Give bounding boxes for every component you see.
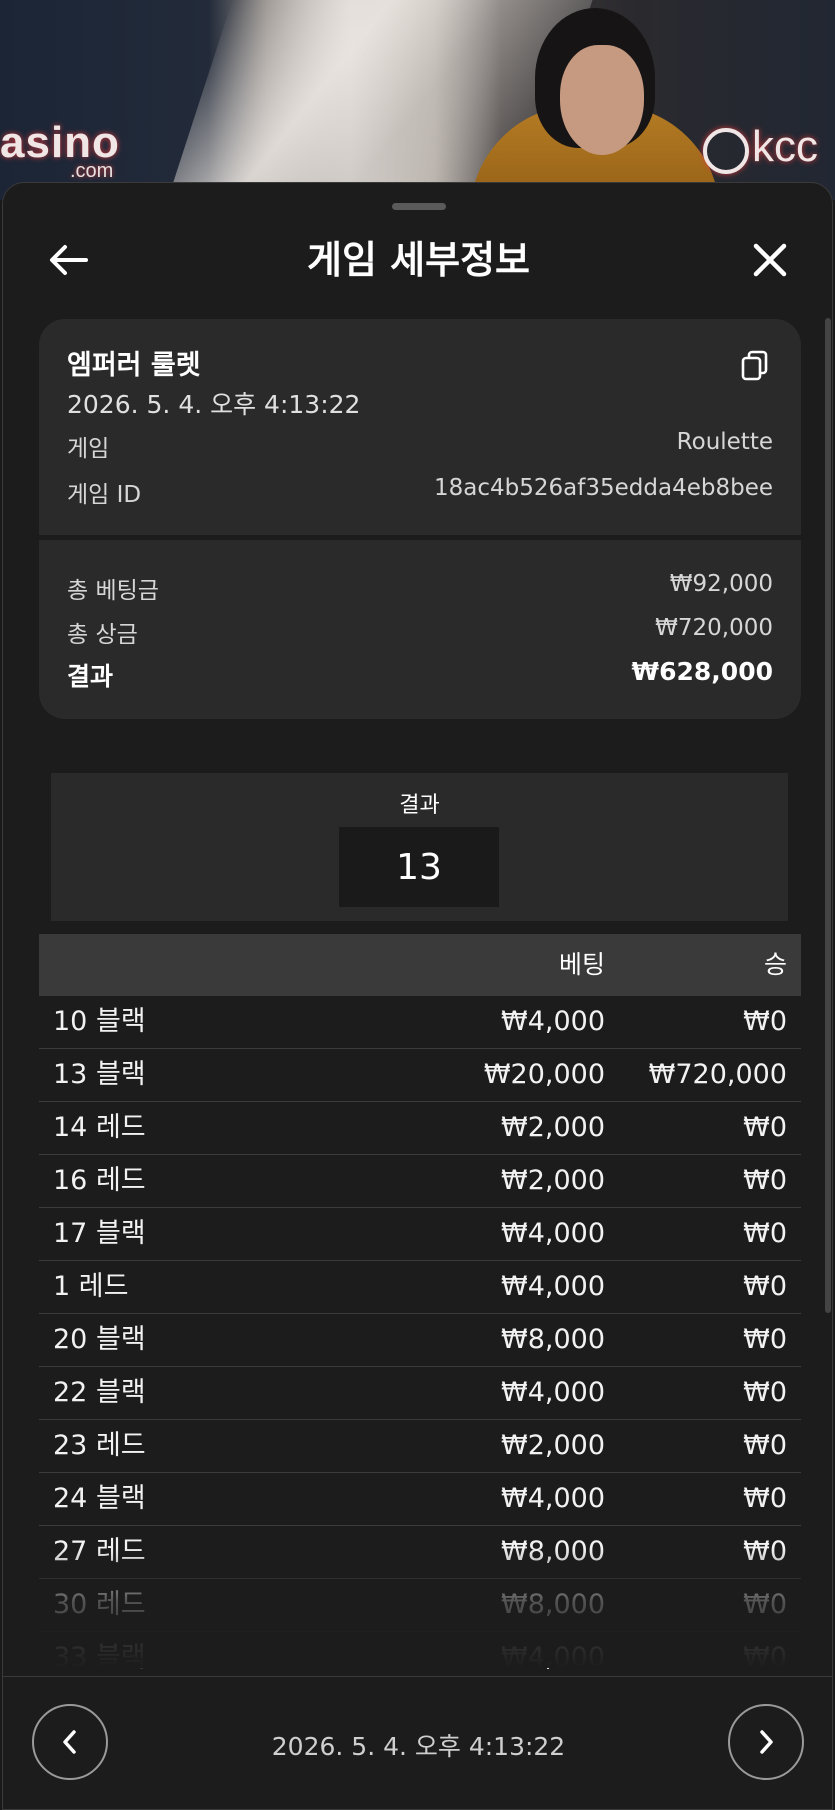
- table-row: 10 블랙 ₩4,000 ₩0: [39, 996, 801, 1049]
- bet-position: 27 레드: [53, 1536, 146, 1567]
- brand-logo-right: kcc: [752, 122, 818, 171]
- dealer-face: [560, 45, 644, 155]
- game-datetime: 2026. 5. 4. 오후 4:13:22: [67, 390, 361, 419]
- page-title: 게임 세부정보: [307, 238, 530, 282]
- bet-column-header: 베팅: [558, 950, 605, 979]
- win-amount: ₩0: [743, 1589, 787, 1620]
- table-row: 23 레드 ₩2,000 ₩0: [39, 1420, 801, 1473]
- win-amount: ₩0: [743, 1271, 787, 1302]
- bet-amount: ₩20,000: [483, 1059, 605, 1090]
- winning-number: 13: [339, 827, 499, 907]
- win-amount: ₩0: [743, 1218, 787, 1249]
- total-win-label: 총 상금: [67, 622, 138, 648]
- table-row: 1 레드 ₩4,000 ₩0: [39, 1261, 801, 1314]
- table-row: 24 블랙 ₩4,000 ₩0: [39, 1473, 801, 1526]
- bet-position: 24 블랙: [53, 1483, 146, 1514]
- win-amount: ₩0: [743, 1324, 787, 1355]
- bet-position: 22 블랙: [53, 1377, 146, 1408]
- total-bet-label: 총 베팅금: [67, 578, 159, 604]
- bet-position: 16 레드: [53, 1165, 146, 1196]
- win-amount: ₩0: [743, 1642, 787, 1673]
- game-value: Roulette: [676, 429, 773, 455]
- winning-result-label: 결과: [399, 793, 440, 818]
- table-row: 14 레드 ₩2,000 ₩0: [39, 1102, 801, 1155]
- net-result-value: ₩628,000: [631, 657, 773, 686]
- table-row: 16 레드 ₩2,000 ₩0: [39, 1155, 801, 1208]
- winning-result-panel: 결과 13: [51, 773, 788, 921]
- win-amount: ₩0: [743, 1430, 787, 1461]
- close-icon: [753, 243, 787, 277]
- total-bet-value: ₩92,000: [669, 571, 773, 597]
- card-divider: [39, 535, 801, 540]
- game-id-label: 게임 ID: [67, 482, 142, 508]
- bet-position: 1 레드: [53, 1271, 129, 1302]
- bet-amount: ₩4,000: [501, 1377, 605, 1408]
- bet-amount: ₩2,000: [501, 1165, 605, 1196]
- bet-position: 33 블랙: [53, 1642, 146, 1673]
- win-amount: ₩0: [743, 1006, 787, 1037]
- sheet-grabber[interactable]: [392, 203, 446, 210]
- bet-position: 13 블랙: [53, 1059, 146, 1090]
- bet-amount: ₩4,000: [501, 1006, 605, 1037]
- win-amount: ₩0: [743, 1377, 787, 1408]
- bet-position: 10 블랙: [53, 1006, 146, 1037]
- bet-amount: ₩4,000: [501, 1271, 605, 1302]
- bet-amount: ₩4,000: [501, 1483, 605, 1514]
- win-amount: ₩0: [743, 1112, 787, 1143]
- bet-position: 30 레드: [53, 1589, 146, 1620]
- bet-amount: ₩4,000: [501, 1218, 605, 1249]
- bet-position: 14 레드: [53, 1112, 146, 1143]
- brand-logo-left-sub: .com: [70, 160, 114, 182]
- bets-table-body[interactable]: 10 블랙 ₩4,000 ₩0 13 블랙 ₩20,000 ₩720,000 1…: [39, 996, 801, 1676]
- bet-position: 23 레드: [53, 1430, 146, 1461]
- bet-amount: ₩8,000: [501, 1324, 605, 1355]
- table-row: 13 블랙 ₩20,000 ₩720,000: [39, 1049, 801, 1102]
- table-row: 33 블랙 ₩4,000 ₩0: [39, 1632, 801, 1676]
- table-row: 20 블랙 ₩8,000 ₩0: [39, 1314, 801, 1367]
- scrollbar[interactable]: [825, 318, 831, 1313]
- copy-icon: [741, 350, 768, 381]
- net-result-label: 결과: [67, 662, 114, 691]
- next-game-button[interactable]: [728, 1704, 804, 1780]
- footer-datetime: 2026. 5. 4. 오후 4:13:22: [271, 1732, 566, 1761]
- win-column-header: 승: [763, 950, 787, 979]
- win-amount: ₩0: [743, 1483, 787, 1514]
- table-row: 17 블랙 ₩4,000 ₩0: [39, 1208, 801, 1261]
- total-win-value: ₩720,000: [655, 615, 773, 641]
- table-row: 30 레드 ₩8,000 ₩0: [39, 1579, 801, 1632]
- game-label: 게임: [67, 436, 110, 462]
- table-row: 22 블랙 ₩4,000 ₩0: [39, 1367, 801, 1420]
- table-row: 27 레드 ₩8,000 ₩0: [39, 1526, 801, 1579]
- live-video-background: asino .com kcc: [0, 0, 835, 200]
- win-amount: ₩720,000: [648, 1059, 787, 1090]
- bet-position: 20 블랙: [53, 1324, 146, 1355]
- game-name: 엠퍼러 룰렛: [67, 350, 201, 381]
- bet-position: 17 블랙: [53, 1218, 146, 1249]
- game-navigation-footer: 2026. 5. 4. 오후 4:13:22: [3, 1676, 832, 1809]
- bet-amount: ₩2,000: [501, 1112, 605, 1143]
- win-amount: ₩0: [743, 1165, 787, 1196]
- bet-amount: ₩2,000: [501, 1430, 605, 1461]
- win-amount: ₩0: [743, 1536, 787, 1567]
- bet-amount: ₩4,000: [501, 1642, 605, 1673]
- bets-table-header: 베팅 승: [39, 934, 801, 996]
- game-id-value: 18ac4b526af35edda4eb8bee: [434, 475, 773, 501]
- copy-button[interactable]: [739, 349, 771, 383]
- game-details-sheet: 게임 세부정보 엠퍼러 룰렛 2026. 5. 4. 오후 4:13:22 게임…: [2, 182, 833, 1810]
- chevron-right-icon: [760, 1730, 773, 1754]
- close-button[interactable]: [745, 235, 795, 285]
- bet-amount: ₩8,000: [501, 1536, 605, 1567]
- brand-emblem-icon: [703, 128, 749, 174]
- bet-amount: ₩8,000: [501, 1589, 605, 1620]
- game-summary-card: 엠퍼러 룰렛 2026. 5. 4. 오후 4:13:22 게임 Roulett…: [39, 319, 801, 719]
